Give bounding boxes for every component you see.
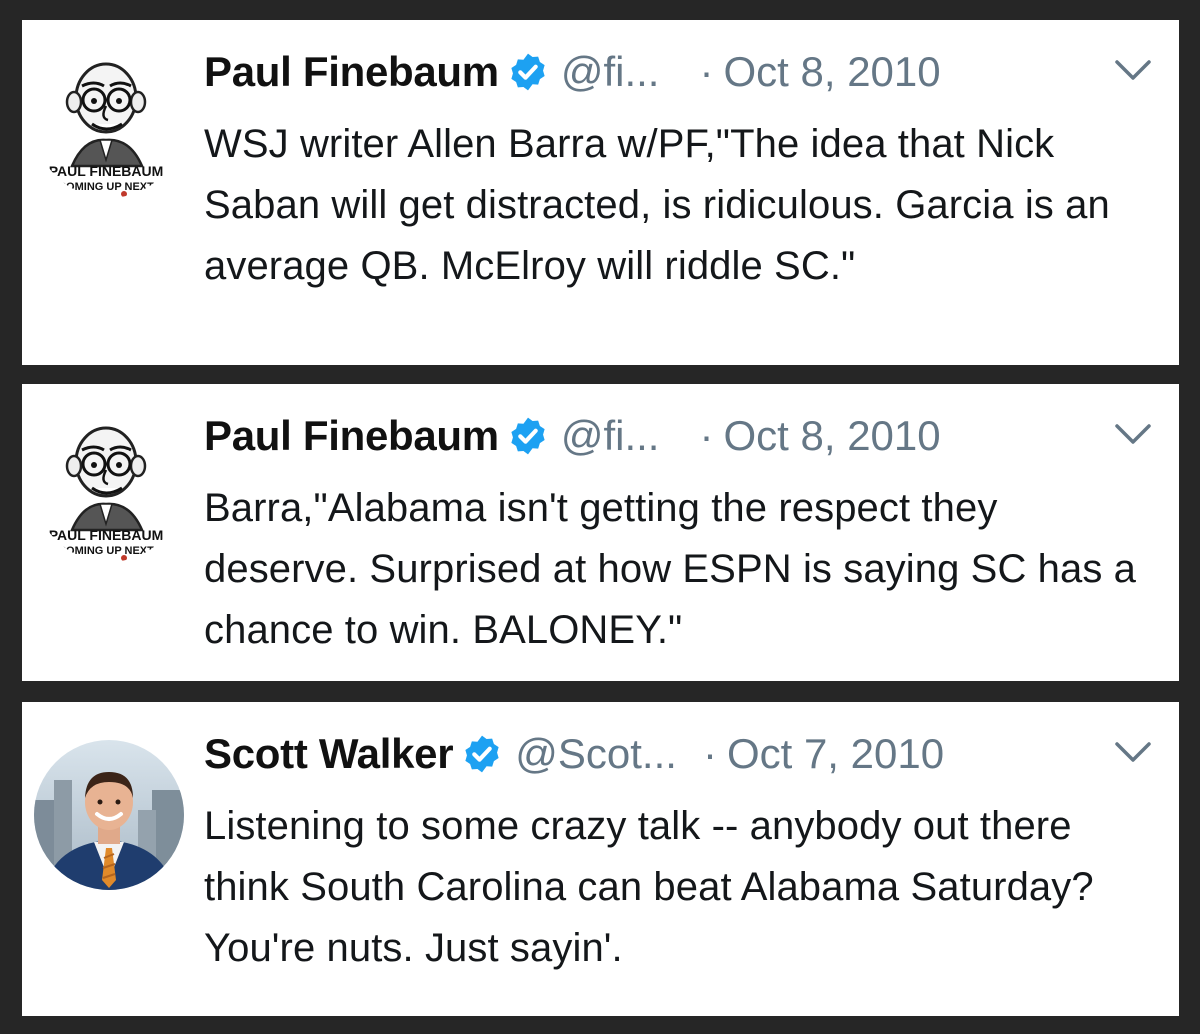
separator-dot: · [699, 412, 714, 459]
chevron-down-icon[interactable] [1113, 740, 1153, 766]
chevron-down-icon[interactable] [1113, 422, 1153, 448]
verified-badge-icon [465, 735, 499, 773]
author-name[interactable]: Paul Finebaum [204, 48, 499, 96]
tweet-date[interactable]: Oct 8, 2010 [723, 48, 940, 96]
separator-dot: · [699, 48, 714, 95]
verified-badge-icon [511, 53, 545, 91]
avatar-caption-2: COMING UP NEXT [58, 545, 154, 557]
author-name[interactable]: Paul Finebaum [204, 412, 499, 460]
caricature-avatar-image: PAUL FINEBAUM COMING UP NEXT [34, 48, 184, 198]
avatar[interactable]: PAUL FINEBAUM COMING UP NEXT [34, 48, 184, 198]
author-handle[interactable]: @fi... [561, 48, 660, 96]
tweet-text: Listening to some crazy talk -- anybody … [204, 804, 1094, 970]
avatar-caption-1: PAUL FINEBAUM [49, 527, 164, 543]
avatar-caption-1: PAUL FINEBAUM [49, 163, 164, 179]
tweet-date[interactable]: Oct 7, 2010 [727, 730, 944, 778]
chevron-down-icon[interactable] [1113, 58, 1153, 84]
verified-badge-icon [511, 417, 545, 455]
tweet-text: WSJ writer Allen Barra w/PF,"The idea th… [204, 122, 1110, 288]
tweet-card[interactable]: PAUL FINEBAUM COMING UP NEXT Paul Fineba… [22, 384, 1179, 681]
author-handle[interactable]: @fi... [561, 412, 660, 460]
avatar[interactable]: PAUL FINEBAUM COMING UP NEXT [34, 412, 184, 562]
profile-photo-avatar-image [34, 740, 184, 890]
tweet-header: Paul Finebaum @fi... · Oct 8, 2010 [204, 44, 1153, 100]
author-handle[interactable]: @Scot... [515, 730, 677, 778]
tweet-header: Scott Walker @Scot... · Oct 7, 2010 [204, 726, 1153, 782]
separator-dot: · [702, 730, 717, 777]
tweet-card[interactable]: Scott Walker @Scot... · Oct 7, 2010 List… [22, 702, 1179, 1016]
tweet-date[interactable]: Oct 8, 2010 [723, 412, 940, 460]
author-name[interactable]: Scott Walker [204, 730, 454, 778]
avatar-caption-2: COMING UP NEXT [58, 181, 154, 193]
caricature-avatar-image: PAUL FINEBAUM COMING UP NEXT [34, 412, 184, 562]
tweet-text: Barra,"Alabama isn't getting the respect… [204, 486, 1137, 652]
avatar[interactable] [34, 740, 184, 890]
tweet-header: Paul Finebaum @fi... · Oct 8, 2010 [204, 408, 1153, 464]
tweet-card[interactable]: PAUL FINEBAUM COMING UP NEXT Paul Fineba… [22, 20, 1179, 365]
